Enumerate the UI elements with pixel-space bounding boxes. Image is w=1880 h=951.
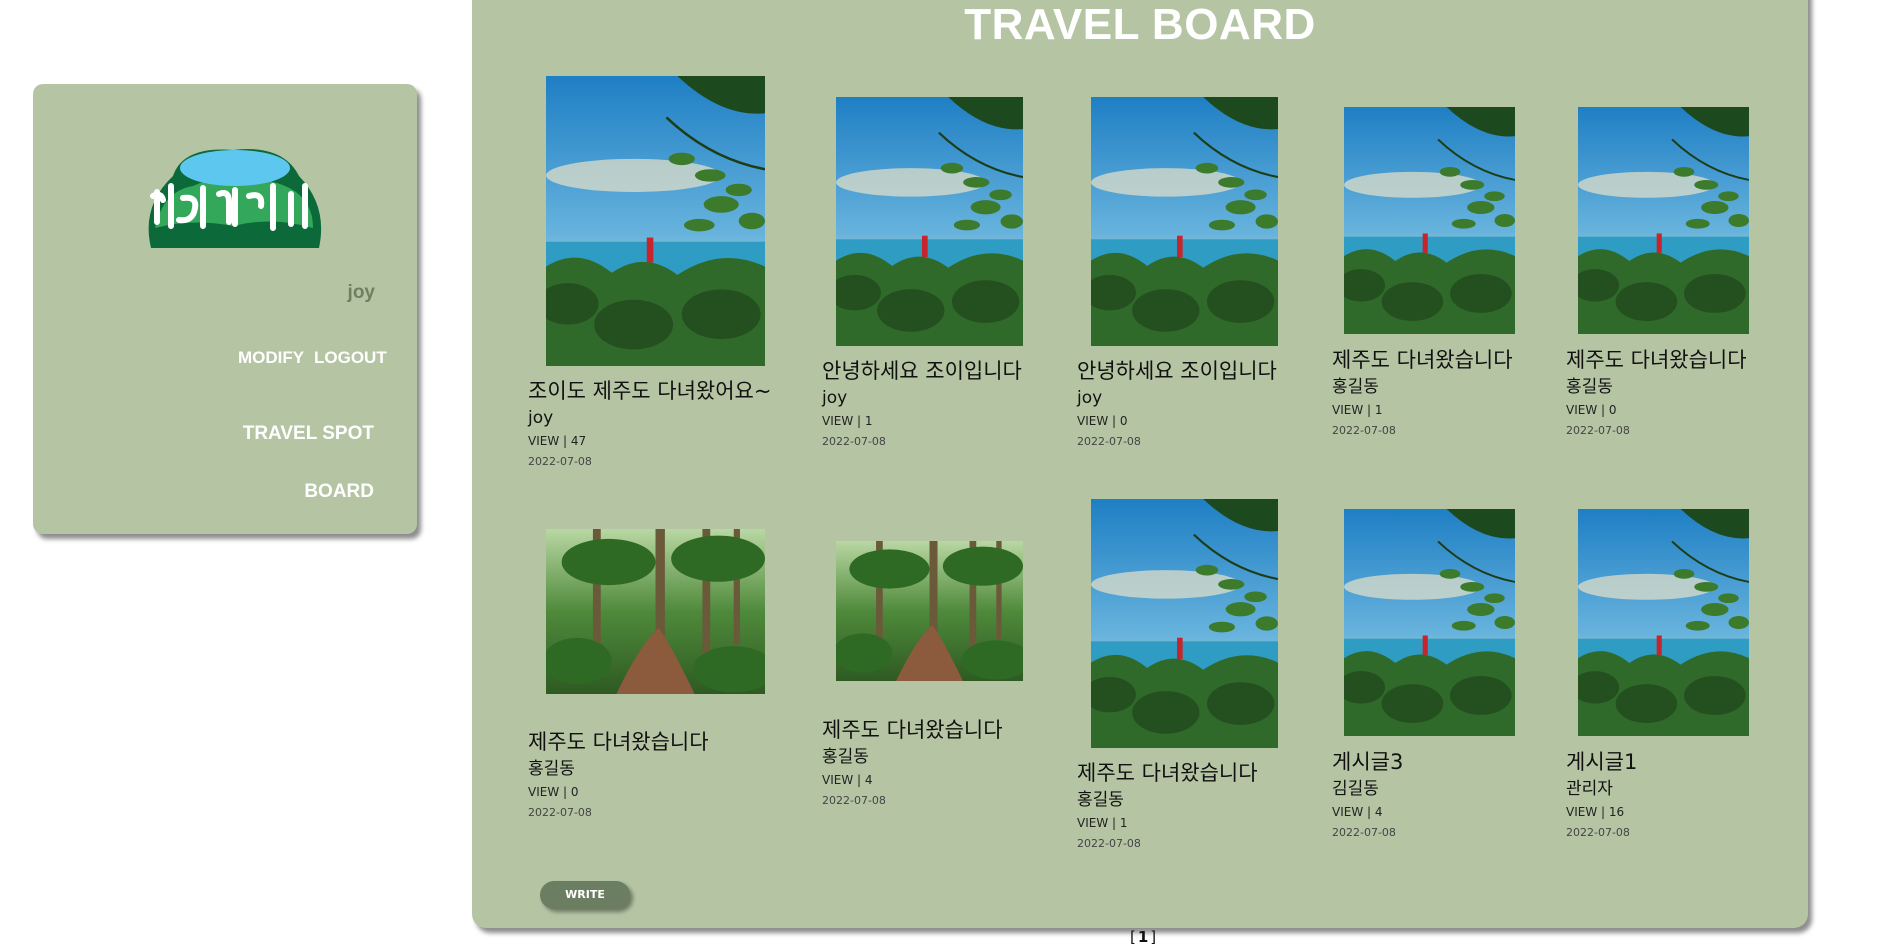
post-views: VIEW | 0 bbox=[1566, 403, 1617, 417]
post-title[interactable]: 제주도 다녀왔습니다 bbox=[1332, 347, 1592, 373]
post-title[interactable]: 제주도 다녀왔습니다 bbox=[1566, 347, 1826, 373]
post-author: 관리자 bbox=[1566, 779, 1613, 799]
post-author: joy bbox=[1077, 388, 1103, 408]
post-thumbnail[interactable] bbox=[1344, 107, 1515, 334]
post-author: 김길동 bbox=[1332, 779, 1379, 799]
board-panel: TRAVEL BOARD 조이도 제주도 다녀왔어요~ joy VIEW | 4… bbox=[472, 0, 1808, 928]
post-date: 2022-07-08 bbox=[822, 435, 886, 448]
post-views: VIEW | 1 bbox=[822, 414, 873, 428]
pagination-open: [ bbox=[1130, 928, 1136, 946]
post-thumbnail[interactable] bbox=[836, 97, 1023, 346]
post-author: 홍길동 bbox=[528, 759, 575, 779]
post-title[interactable]: 게시글1 bbox=[1566, 749, 1826, 775]
post-views: VIEW | 1 bbox=[1077, 816, 1128, 830]
site-logo[interactable] bbox=[123, 136, 343, 266]
post-title[interactable]: 제주도 다녀왔습니다 bbox=[528, 729, 788, 755]
modify-link[interactable]: MODIFY bbox=[238, 348, 304, 368]
post-date: 2022-07-08 bbox=[528, 455, 592, 468]
post-thumbnail[interactable] bbox=[1091, 97, 1278, 346]
sidebar: joy MODIFY LOGOUT TRAVEL SPOT BOARD bbox=[33, 84, 417, 534]
post-title[interactable]: 게시글3 bbox=[1332, 749, 1592, 775]
post-views: VIEW | 4 bbox=[822, 773, 873, 787]
post-views: VIEW | 1 bbox=[1332, 403, 1383, 417]
post-thumbnail[interactable] bbox=[1091, 499, 1278, 748]
write-button[interactable]: WRITE bbox=[540, 881, 630, 909]
post-views: VIEW | 16 bbox=[1566, 805, 1625, 819]
post-author: joy bbox=[528, 408, 554, 428]
post-date: 2022-07-08 bbox=[1077, 435, 1141, 448]
post-date: 2022-07-08 bbox=[1332, 826, 1396, 839]
post-thumbnail[interactable] bbox=[1578, 509, 1749, 736]
post-date: 2022-07-08 bbox=[528, 806, 592, 819]
nav-travel-spot[interactable]: TRAVEL SPOT bbox=[243, 423, 374, 445]
post-date: 2022-07-08 bbox=[822, 794, 886, 807]
post-date: 2022-07-08 bbox=[1077, 837, 1141, 850]
post-title[interactable]: 제주도 다녀왔습니다 bbox=[822, 717, 1082, 743]
post-views: VIEW | 0 bbox=[528, 785, 579, 799]
post-thumbnail[interactable] bbox=[1344, 509, 1515, 736]
post-author: 홍길동 bbox=[1566, 377, 1613, 397]
post-views: VIEW | 0 bbox=[1077, 414, 1128, 428]
post-views: VIEW | 47 bbox=[528, 434, 587, 448]
post-date: 2022-07-08 bbox=[1332, 424, 1396, 437]
post-title[interactable]: 안녕하세요 조이입니다 bbox=[1077, 358, 1337, 384]
username: joy bbox=[347, 282, 375, 303]
post-thumbnail[interactable] bbox=[836, 541, 1023, 681]
pagination-close: ] bbox=[1150, 928, 1157, 946]
post-date: 2022-07-08 bbox=[1566, 826, 1630, 839]
post-title[interactable]: 제주도 다녀왔습니다 bbox=[1077, 760, 1337, 786]
pagination: [1] bbox=[1130, 928, 1156, 946]
logout-link[interactable]: LOGOUT bbox=[314, 348, 387, 368]
page-link-1[interactable]: 1 bbox=[1138, 928, 1148, 946]
post-thumbnail[interactable] bbox=[546, 529, 765, 694]
post-views: VIEW | 4 bbox=[1332, 805, 1383, 819]
post-thumbnail[interactable] bbox=[546, 76, 765, 366]
post-title[interactable]: 조이도 제주도 다녀왔어요~ bbox=[528, 378, 788, 404]
post-author: 홍길동 bbox=[1077, 790, 1124, 810]
post-date: 2022-07-08 bbox=[1566, 424, 1630, 437]
nav-board[interactable]: BOARD bbox=[304, 481, 374, 503]
post-title[interactable]: 안녕하세요 조이입니다 bbox=[822, 358, 1082, 384]
post-author: 홍길동 bbox=[1332, 377, 1379, 397]
post-author: 홍길동 bbox=[822, 747, 869, 767]
post-thumbnail[interactable] bbox=[1578, 107, 1749, 334]
post-author: joy bbox=[822, 388, 848, 408]
page-title: TRAVEL BOARD bbox=[964, 0, 1316, 49]
